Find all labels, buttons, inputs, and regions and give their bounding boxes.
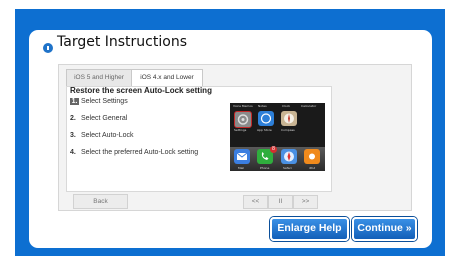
step-4: 4. Select the preferred Auto-Lock setting	[70, 149, 198, 156]
app-label: Safari	[283, 166, 292, 170]
continue-button[interactable]: Continue »	[352, 217, 417, 241]
app-label: App Store	[257, 128, 272, 132]
info-icon	[43, 43, 53, 53]
tab-ios4[interactable]: iOS 4.x and Lower	[131, 69, 203, 87]
notification-badge: 8	[270, 146, 277, 153]
step-number: 4.	[70, 149, 76, 156]
step-number: 1.	[70, 98, 79, 105]
panel-title: Target Instructions	[57, 34, 187, 50]
pause-button[interactable]: II	[268, 195, 293, 209]
next-button[interactable]: >>	[293, 195, 318, 209]
step-number: 3.	[70, 132, 76, 139]
step-3: 3. Select Auto-Lock	[70, 132, 134, 139]
app-label: Calculator	[301, 104, 317, 108]
mail-icon	[234, 149, 250, 164]
app-label: iPod	[309, 166, 316, 170]
tab-ios5[interactable]: iOS 5 and Higher	[66, 69, 132, 87]
app-label: Mail	[238, 166, 245, 170]
app-label: Notes	[258, 104, 267, 108]
app-label: Voice Memos	[233, 104, 253, 108]
step-text: Select Auto-Lock	[81, 132, 134, 139]
settings-app-icon	[234, 111, 252, 128]
previous-button[interactable]: <<	[243, 195, 268, 209]
app-label: Compass	[281, 128, 295, 132]
safari-icon	[281, 149, 297, 164]
step-number: 2.	[70, 115, 76, 122]
step-1: 1. Select Settings	[70, 98, 128, 105]
iphone-screenshot: Voice Memos Notes Clock Calculator Setti…	[230, 103, 325, 171]
enlarge-help-button[interactable]: Enlarge Help	[270, 217, 349, 241]
step-2: 2. Select General	[70, 115, 127, 122]
step-text: Select General	[81, 115, 128, 122]
compass-icon	[281, 111, 297, 126]
app-label: Clock	[282, 104, 291, 108]
back-button[interactable]: Back	[73, 194, 128, 209]
step-text: Select the preferred Auto-Lock setting	[81, 149, 199, 156]
ipod-icon	[304, 149, 320, 164]
app-store-icon	[258, 111, 274, 126]
step-text: Select Settings	[81, 98, 128, 105]
app-label: Phone	[260, 166, 270, 170]
app-label: Settings	[234, 128, 247, 132]
instruction-heading: Restore the screen Auto-Lock setting	[70, 86, 212, 95]
